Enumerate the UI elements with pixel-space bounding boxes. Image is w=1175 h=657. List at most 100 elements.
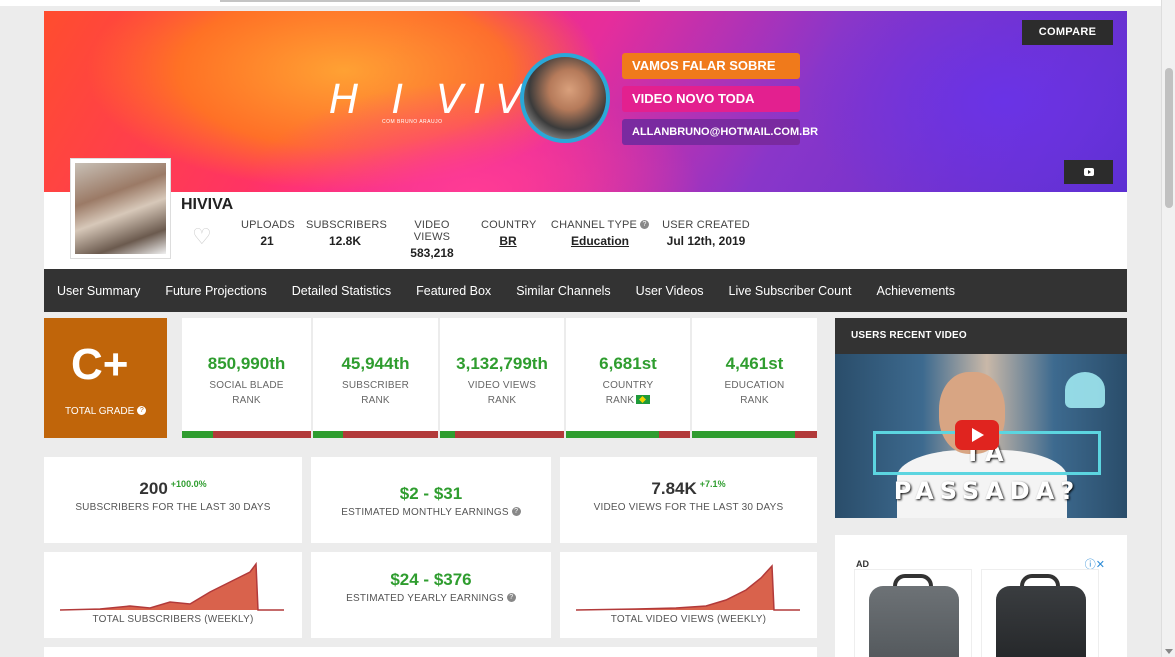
page-scrollbar[interactable]: [1161, 0, 1175, 657]
youtube-link-button[interactable]: [1064, 160, 1113, 184]
help-icon[interactable]: ?: [137, 406, 147, 415]
nav-featured-box[interactable]: Featured Box: [416, 284, 491, 298]
card-label-text: ESTIMATED YEARLY EARNINGS: [346, 593, 504, 604]
youtube-icon: [1084, 168, 1094, 176]
rank-label-line: RANK: [232, 395, 261, 406]
views-weekly-card[interactable]: TOTAL VIDEO VIEWS (WEEKLY): [560, 552, 817, 638]
banner-tag: VIDEO NOVO TODA TERÇA: [622, 86, 800, 132]
banner-logo-subtext: COM BRUNO ARAUJO: [382, 119, 443, 125]
rank-label: SOCIAL BLADE RANK: [182, 378, 311, 408]
card-value-row: 200 +100.0%: [44, 479, 302, 499]
subscribers-weekly-sparkline: [60, 562, 284, 611]
subscribers-weekly-card[interactable]: TOTAL SUBSCRIBERS (WEEKLY): [44, 552, 302, 638]
scrollbar-thumb[interactable]: [1165, 68, 1173, 208]
country-link[interactable]: BR: [481, 234, 535, 248]
views-weekly-sparkline: [576, 564, 800, 611]
banner-avatar: [520, 53, 610, 143]
favorite-heart-icon[interactable]: ♡: [192, 226, 214, 248]
compare-button[interactable]: COMPARE: [1022, 20, 1113, 45]
card-value: $2 - $31: [399, 484, 463, 503]
card-value: 200: [139, 479, 168, 498]
rank-number: 3,132,799th: [456, 354, 548, 373]
rank-label: SUBSCRIBER RANK: [313, 378, 438, 408]
channel-type-link[interactable]: Education: [549, 234, 651, 248]
stat-label: CHANNEL TYPE?: [549, 219, 651, 231]
top-strip: [0, 0, 1175, 6]
rank-number: 45,944th: [341, 354, 410, 373]
backpack-icon: [869, 586, 959, 657]
rank-label-line: SOCIAL BLADE: [209, 380, 284, 391]
banner-tag: VAMOS FALAR SOBRE HIV!: [622, 53, 800, 99]
stat-channel-type: CHANNEL TYPE? Education: [549, 219, 651, 248]
banner-tag: ALLANBRUNO@HOTMAIL.COM.BR: [622, 119, 818, 145]
ad-product-image[interactable]: [854, 569, 972, 657]
rank-social-blade: 850,990th SOCIAL BLADE RANK: [182, 318, 311, 438]
card-label: ESTIMATED MONTHLY EARNINGS?: [311, 507, 551, 518]
next-section-card: [44, 647, 817, 657]
channel-name: HIVIVA: [181, 196, 234, 213]
nav-future-projections[interactable]: Future Projections: [165, 284, 266, 298]
recent-video-header: USERS RECENT VIDEO: [835, 318, 1127, 354]
rank-progress-fill: [440, 431, 455, 438]
stat-label: VIDEO VIEWS: [413, 219, 451, 243]
rank-label-line: SUBSCRIBER: [341, 380, 409, 391]
grade-value: C+: [71, 340, 129, 389]
ad-label: AD: [856, 559, 869, 569]
rank-label-line: EDUCATION: [724, 380, 785, 391]
total-grade-box: C+ TOTAL GRADE?: [44, 318, 167, 438]
help-icon[interactable]: ?: [511, 507, 521, 516]
recent-video-thumbnail[interactable]: TA PASSADA?: [835, 354, 1127, 518]
rank-progress-bar: [692, 431, 817, 438]
card-value: 7.84K: [651, 479, 697, 498]
youtube-play-icon[interactable]: [955, 420, 999, 450]
help-icon[interactable]: ?: [640, 220, 650, 229]
subscribers-30-days-card: 200 +100.0% SUBSCRIBERS FOR THE LAST 30 D…: [44, 457, 302, 543]
nav-detailed-statistics[interactable]: Detailed Statistics: [292, 284, 391, 298]
stat-label: USER CREATED: [662, 219, 750, 231]
stat-label: UPLOADS: [241, 219, 295, 231]
stat-label: SUBSCRIBERS: [306, 219, 388, 231]
rank-label: COUNTRY RANK: [566, 378, 690, 408]
channel-info: HIVIVA ♡ UPLOADS 21 SUBSCRIBERS 12.8K VI…: [44, 158, 1127, 269]
nav-achievements[interactable]: Achievements: [877, 284, 956, 298]
recent-video-panel: USERS RECENT VIDEO TA PASSADA?: [835, 318, 1127, 518]
rank-label: EDUCATION RANK: [692, 378, 817, 408]
nav-similar-channels[interactable]: Similar Channels: [516, 284, 610, 298]
card-label: SUBSCRIBERS FOR THE LAST 30 DAYS: [75, 502, 271, 513]
rank-number: 4,461st: [725, 354, 784, 373]
rank-label: VIDEO VIEWS RANK: [440, 378, 564, 408]
card-change-percent: +7.1%: [699, 479, 726, 489]
rank-subscriber: 45,944th SUBSCRIBER RANK: [313, 318, 438, 438]
stats-navigation: User Summary Future Projections Detailed…: [44, 269, 1127, 312]
card-value-row: 7.84K +7.1%: [560, 479, 817, 499]
nav-user-videos[interactable]: User Videos: [636, 284, 704, 298]
sparkline-area: [60, 564, 258, 610]
card-label: ESTIMATED YEARLY EARNINGS?: [311, 593, 551, 604]
card-value: $24 - $376: [390, 570, 472, 589]
card-label-text: ESTIMATED MONTHLY EARNINGS: [341, 507, 509, 518]
ad-product-image[interactable]: [981, 569, 1099, 657]
rank-label-line: RANK: [487, 395, 517, 406]
card-change-percent: +100.0%: [170, 479, 207, 489]
card-value-row: $2 - $31: [311, 484, 551, 504]
rank-label-line: COUNTRY: [602, 380, 654, 391]
channel-banner: H I VIVA COM BRUNO ARAUJO VAMOS FALAR SO…: [44, 11, 1127, 192]
rank-progress-fill: [566, 431, 659, 438]
help-icon[interactable]: ?: [506, 593, 516, 602]
advertisement[interactable]: AD ⓘ✕: [835, 535, 1127, 657]
rank-label-line: VIDEO VIEWS: [467, 380, 537, 391]
scroll-down-arrow-icon[interactable]: [1165, 649, 1173, 654]
rank-progress-bar: [440, 431, 564, 438]
stat-uploads: UPLOADS 21: [241, 219, 295, 248]
stat-video-views: VIDEO VIEWS 583,218: [396, 219, 468, 260]
stat-subscribers: SUBSCRIBERS 12.8K: [306, 219, 388, 248]
stat-user-created: USER CREATED Jul 12th, 2019: [662, 219, 750, 248]
backpack-icon: [996, 586, 1086, 657]
profile-picture: [70, 158, 171, 259]
nav-user-summary[interactable]: User Summary: [57, 284, 140, 298]
card-label: VIDEO VIEWS FOR THE LAST 30 DAYS: [593, 502, 784, 513]
views-30-days-card: 7.84K +7.1% VIDEO VIEWS FOR THE LAST 30 D…: [560, 457, 817, 543]
nav-live-subscriber-count[interactable]: Live Subscriber Count: [729, 284, 852, 298]
grade-label: TOTAL GRADE?: [65, 406, 147, 417]
card-label: TOTAL VIDEO VIEWS (WEEKLY): [610, 614, 767, 625]
